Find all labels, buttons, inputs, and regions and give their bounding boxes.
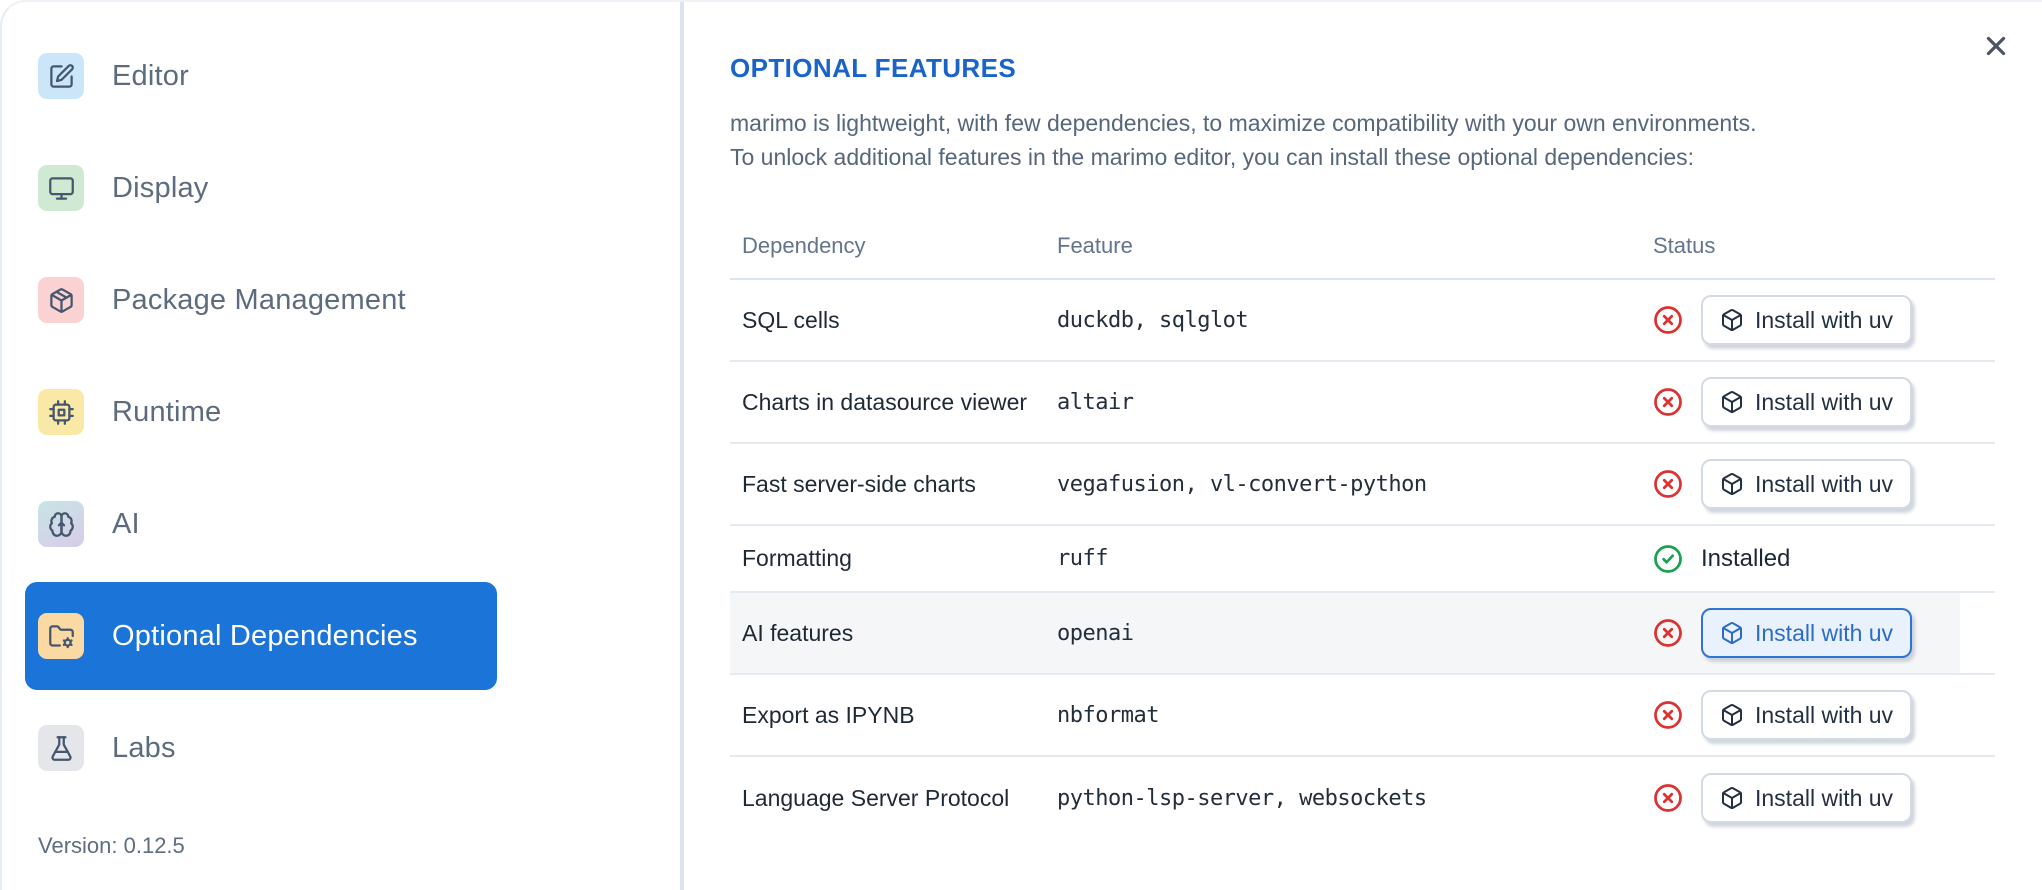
sidebar-item-editor[interactable]: Editor (25, 22, 497, 130)
table-row-formatting: Formatting ruff Installed (730, 526, 1995, 593)
install-with-uv-button[interactable]: Install with uv (1701, 295, 1913, 345)
feature-cell: nbformat (1057, 702, 1159, 728)
status-cell: Install with uv (1641, 377, 1995, 427)
monitor-icon (48, 176, 74, 200)
sidebar-item-ai[interactable]: AI (25, 470, 497, 578)
circle-x-icon (1653, 700, 1683, 730)
sidebar-item-display[interactable]: Display (25, 134, 497, 242)
column-header-status: Status (1653, 233, 1716, 258)
package-box-icon (1720, 472, 1744, 496)
install-with-uv-button[interactable]: Install with uv (1701, 377, 1913, 427)
status-cell: Install with uv (1641, 295, 1995, 345)
feature-cell: ruff (1057, 546, 1108, 571)
feature-cell: vegafusion, vl-convert-python (1057, 471, 1427, 497)
dependency-cell: Formatting (742, 545, 852, 571)
circle-check-icon (1653, 544, 1683, 574)
column-header-dependency: Dependency (742, 233, 866, 258)
close-button[interactable] (1976, 26, 2016, 66)
package-box-icon (1720, 786, 1744, 810)
install-with-uv-button[interactable]: Install with uv (1701, 690, 1913, 740)
status-cell: Installed (1641, 544, 1995, 574)
optional-features-panel: OPTIONAL FEATURES marimo is lightweight,… (688, 0, 2042, 890)
table-row-ai-features: AI features openai Install with uv (730, 593, 1995, 675)
circle-x-icon (1653, 387, 1683, 417)
settings-sidebar: Editor Display Package Management Runtim… (0, 0, 684, 890)
sidebar-item-labs[interactable]: Labs (25, 694, 497, 802)
brain-icon (48, 511, 74, 537)
square-pen-icon (49, 63, 74, 88)
flask-icon (50, 735, 72, 761)
table-row-charts-in-datasource-viewer: Charts in datasource viewer altair Insta… (730, 362, 1995, 444)
package-icon (49, 287, 73, 313)
package-box-icon (1720, 703, 1744, 727)
status-cell: Install with uv (1641, 773, 1995, 823)
dependency-cell: SQL cells (742, 306, 840, 333)
install-with-uv-button[interactable]: Install with uv (1701, 608, 1913, 658)
sidebar-item-runtime[interactable]: Runtime (25, 358, 497, 466)
circle-x-icon (1653, 618, 1683, 648)
feature-cell: python-lsp-server, websockets (1057, 785, 1427, 811)
installed-label: Installed (1701, 544, 1791, 572)
close-icon (1986, 36, 2006, 56)
folder-cog-icon (48, 624, 74, 648)
features-table-body: SQL cells duckdb, sqlglot Install with u… (730, 280, 1995, 839)
package-box-icon (1720, 390, 1744, 414)
sidebar-nav: Editor Display Package Management Runtim… (0, 0, 497, 802)
feature-cell: altair (1057, 389, 1134, 415)
version-label: Version: 0.12.5 (38, 833, 185, 858)
status-cell: Install with uv (1641, 459, 1995, 509)
table-header-row: Dependency Feature Status (730, 214, 1995, 280)
cpu-icon (48, 399, 74, 425)
table-row-export-as-ipynb: Export as IPYNB nbformat Install with uv (730, 675, 1995, 757)
sidebar-item-package-management[interactable]: Package Management (25, 246, 497, 354)
dependency-cell: Export as IPYNB (742, 701, 915, 728)
table-row-fast-server-side-charts: Fast server-side charts vegafusion, vl-c… (730, 444, 1995, 526)
status-cell: Install with uv (1641, 690, 1995, 740)
status-cell: Install with uv (1641, 608, 1995, 658)
feature-cell: openai (1057, 620, 1134, 646)
column-header-feature: Feature (1057, 233, 1133, 258)
description-line-2: To unlock additional features in the mar… (730, 144, 1695, 170)
package-box-icon (1720, 621, 1744, 645)
features-table: Dependency Feature Status SQL cells duck… (730, 214, 1995, 839)
table-row-language-server-protocol: Language Server Protocol python-lsp-serv… (730, 757, 1995, 839)
feature-cell: duckdb, sqlglot (1057, 307, 1249, 333)
description-line-1: marimo is lightweight, with few dependen… (730, 110, 1757, 136)
table-row-sql-cells: SQL cells duckdb, sqlglot Install with u… (730, 280, 1995, 362)
circle-x-icon (1653, 469, 1683, 499)
install-with-uv-button[interactable]: Install with uv (1701, 459, 1913, 509)
page-title: OPTIONAL FEATURES (730, 53, 1017, 83)
install-with-uv-button[interactable]: Install with uv (1701, 773, 1913, 823)
dependency-cell: AI features (742, 619, 854, 646)
sidebar-item-optional-dependencies[interactable]: Optional Dependencies (25, 582, 497, 690)
dependency-cell: Fast server-side charts (742, 470, 976, 497)
package-box-icon (1720, 308, 1744, 332)
circle-x-icon (1653, 305, 1683, 335)
dependency-cell: Charts in datasource viewer (742, 388, 1028, 415)
circle-x-icon (1653, 783, 1683, 813)
description: marimo is lightweight, with few dependen… (730, 106, 1995, 174)
dependency-cell: Language Server Protocol (742, 784, 1010, 811)
